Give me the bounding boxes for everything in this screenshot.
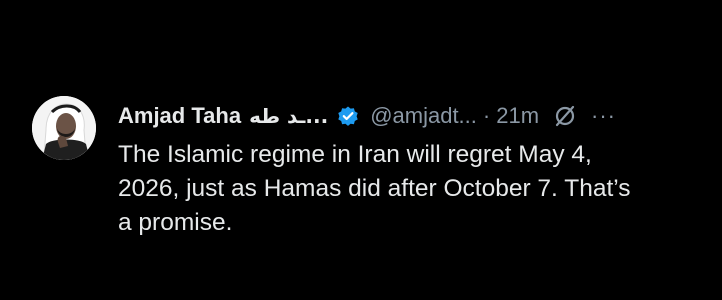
author-name[interactable]: Amjad Taha — [118, 103, 241, 129]
author-name-arabic[interactable]: ـد طه... — [249, 104, 328, 128]
author-handle[interactable]: @amjadt... — [370, 103, 477, 129]
more-icon[interactable]: ··· — [591, 103, 616, 129]
verified-badge-icon — [336, 104, 360, 128]
tweet-text-line: The Islamic regime in Iran will regret M… — [118, 141, 592, 168]
tweet-text-line: 2026, just as Hamas did after October 7.… — [118, 175, 631, 202]
tweet-text: The Islamic regime in Iran will regret M… — [118, 138, 708, 240]
avatar-image — [32, 96, 96, 160]
tweet-header: Amjad Taha ـد طه... @amjadt... · 21m ··· — [118, 92, 708, 140]
separator-dot: · — [482, 103, 491, 128]
avatar[interactable] — [32, 96, 96, 160]
grok-icon[interactable] — [553, 104, 577, 128]
tweet[interactable]: Amjad Taha ـد طه... @amjadt... · 21m ···… — [30, 92, 710, 252]
tweet-text-line: a promise. — [118, 209, 233, 236]
timestamp[interactable]: 21m — [496, 103, 539, 129]
tweet-content: Amjad Taha ـد طه... @amjadt... · 21m ···… — [118, 92, 708, 240]
